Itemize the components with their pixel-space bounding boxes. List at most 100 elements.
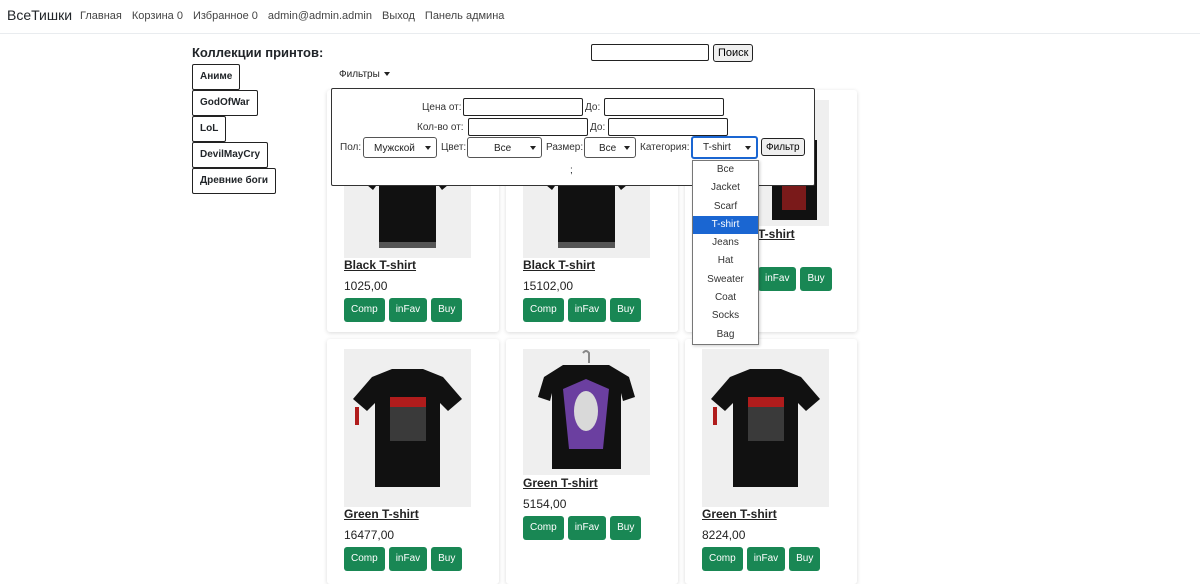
product-price: 1025,00 bbox=[344, 279, 388, 293]
price-from-label: Цена от: bbox=[422, 102, 462, 113]
product-actions: Comp inFav Buy bbox=[523, 516, 642, 540]
add-favorite-button[interactable]: inFav bbox=[388, 547, 428, 571]
collection-lol-button[interactable]: LoL bbox=[192, 116, 227, 142]
tshirt-icon bbox=[538, 350, 635, 469]
product-actions: Comp inFav Buy bbox=[523, 298, 642, 322]
product-title[interactable]: Green T-shirt bbox=[702, 507, 777, 521]
product-image[interactable] bbox=[344, 349, 471, 507]
category-option-jeans[interactable]: Jeans bbox=[693, 234, 758, 252]
size-select-value: Все bbox=[599, 143, 617, 154]
nav-link-home[interactable]: Главная bbox=[80, 10, 122, 22]
collections-title: Коллекции принтов: bbox=[192, 45, 324, 60]
category-option-jacket[interactable]: Jacket bbox=[693, 179, 758, 197]
product-title[interactable]: Black T-shirt bbox=[523, 258, 595, 272]
category-option-hat[interactable]: Hat bbox=[693, 252, 758, 270]
add-favorite-button[interactable]: inFav bbox=[746, 547, 786, 571]
compare-button[interactable]: Comp bbox=[702, 547, 743, 571]
qty-from-label: Кол-во от: bbox=[417, 122, 464, 133]
navbar: ВсеТишки Главная Корзина 0 Избранное 0 a… bbox=[0, 0, 1200, 34]
buy-button[interactable]: Buy bbox=[800, 267, 832, 291]
add-favorite-button[interactable]: inFav bbox=[567, 298, 607, 322]
buy-button[interactable]: Buy bbox=[789, 547, 821, 571]
product-title[interactable]: Black T-shirt bbox=[344, 258, 416, 272]
color-select-value: Все bbox=[494, 143, 512, 154]
category-option-bag[interactable]: Bag bbox=[693, 326, 758, 344]
qty-to-label: До: bbox=[590, 122, 606, 133]
product-actions: Comp inFav Buy bbox=[702, 547, 821, 571]
filters-toggle-label: Фильтры bbox=[339, 69, 380, 80]
tshirt-icon bbox=[353, 369, 462, 487]
collection-devilmaycry-button[interactable]: DevilMayCry bbox=[192, 142, 269, 168]
nav-link-logout[interactable]: Выход bbox=[382, 10, 415, 22]
compare-button[interactable]: Comp bbox=[523, 516, 564, 540]
chevron-down-icon bbox=[745, 146, 751, 150]
category-option-coat[interactable]: Coat bbox=[693, 289, 758, 307]
buy-button[interactable]: Buy bbox=[431, 298, 463, 322]
nav-link-user-email[interactable]: admin@admin.admin bbox=[268, 10, 372, 22]
product-card: Green T-shirt 8224,00 Comp inFav Buy bbox=[685, 339, 857, 584]
product-actions: Comp inFav Buy bbox=[344, 547, 463, 571]
search-input[interactable] bbox=[591, 44, 709, 61]
chevron-down-icon bbox=[425, 146, 431, 150]
category-option-tshirt[interactable]: T-shirt bbox=[693, 215, 758, 235]
color-select[interactable]: Все bbox=[467, 137, 542, 158]
category-option-socks[interactable]: Socks bbox=[693, 307, 758, 325]
nav-link-admin-panel[interactable]: Панель админа bbox=[425, 10, 505, 22]
collection-anime-button[interactable]: Аниме bbox=[192, 64, 241, 90]
product-title[interactable]: T-shirt bbox=[758, 227, 795, 241]
price-from-input[interactable] bbox=[463, 98, 583, 116]
product-price: 15102,00 bbox=[523, 279, 574, 293]
size-label: Размер: bbox=[546, 142, 584, 153]
add-favorite-button[interactable]: inFav bbox=[758, 267, 797, 291]
nav-link-favorites[interactable]: Избранное 0 bbox=[193, 10, 258, 22]
chevron-down-icon bbox=[624, 146, 630, 150]
buy-button[interactable]: Buy bbox=[610, 516, 642, 540]
filter-apply-button[interactable]: Фильтр bbox=[761, 138, 805, 156]
product-image[interactable] bbox=[702, 349, 829, 507]
product-price: 5154,00 bbox=[523, 497, 567, 511]
category-select-value: T-shirt bbox=[703, 142, 731, 153]
buy-button[interactable]: Buy bbox=[431, 547, 463, 571]
add-favorite-button[interactable]: inFav bbox=[567, 516, 607, 540]
product-price: 16477,00 bbox=[344, 528, 395, 542]
collection-ancient-gods-button[interactable]: Древние боги bbox=[192, 168, 277, 194]
compare-button[interactable]: Comp bbox=[344, 547, 385, 571]
product-title[interactable]: Green T-shirt bbox=[523, 476, 598, 490]
category-dropdown-list: Все Jacket Scarf T-shirt Jeans Hat Sweat… bbox=[692, 160, 759, 345]
product-card: Green T-shirt 5154,00 Comp inFav Buy bbox=[506, 339, 678, 584]
product-actions: Comp inFav Buy bbox=[344, 298, 463, 322]
color-label: Цвет: bbox=[441, 142, 467, 153]
filter-footer-text: ; bbox=[570, 165, 573, 176]
gender-select-value: Мужской bbox=[374, 143, 415, 154]
category-option-scarf[interactable]: Scarf bbox=[693, 198, 758, 216]
brand-logo[interactable]: ВсеТишки bbox=[7, 7, 72, 23]
product-card: Green T-shirt 16477,00 Comp inFav Buy bbox=[327, 339, 499, 584]
category-option-sweater[interactable]: Sweater bbox=[693, 271, 758, 289]
price-to-label: До: bbox=[585, 102, 601, 113]
filters-toggle[interactable]: Фильтры bbox=[339, 69, 390, 80]
category-option-all[interactable]: Все bbox=[693, 161, 758, 179]
category-select[interactable]: T-shirt bbox=[691, 136, 758, 159]
product-image[interactable] bbox=[523, 349, 650, 475]
qty-from-input[interactable] bbox=[468, 118, 588, 136]
nav-link-cart[interactable]: Корзина 0 bbox=[132, 10, 183, 22]
size-select[interactable]: Все bbox=[584, 137, 636, 158]
search-button[interactable]: Поиск bbox=[713, 44, 754, 62]
gender-select[interactable]: Мужской bbox=[363, 137, 437, 158]
chevron-down-icon bbox=[530, 146, 536, 150]
add-favorite-button[interactable]: inFav bbox=[388, 298, 428, 322]
buy-button[interactable]: Buy bbox=[610, 298, 642, 322]
qty-to-input[interactable] bbox=[608, 118, 728, 136]
collection-godofwar-button[interactable]: GodOfWar bbox=[192, 90, 258, 116]
compare-button[interactable]: Comp bbox=[344, 298, 385, 322]
product-price: 8224,00 bbox=[702, 528, 746, 542]
gender-label: Пол: bbox=[340, 142, 362, 153]
compare-button[interactable]: Comp bbox=[523, 298, 564, 322]
price-to-input[interactable] bbox=[604, 98, 724, 116]
product-title[interactable]: Green T-shirt bbox=[344, 507, 419, 521]
product-actions: inFav Buy bbox=[758, 267, 832, 291]
caret-down-icon bbox=[383, 72, 390, 77]
category-label: Категория: bbox=[640, 142, 690, 153]
nav-links: Главная Корзина 0 Избранное 0 admin@admi… bbox=[80, 10, 504, 22]
tshirt-icon bbox=[711, 369, 820, 487]
